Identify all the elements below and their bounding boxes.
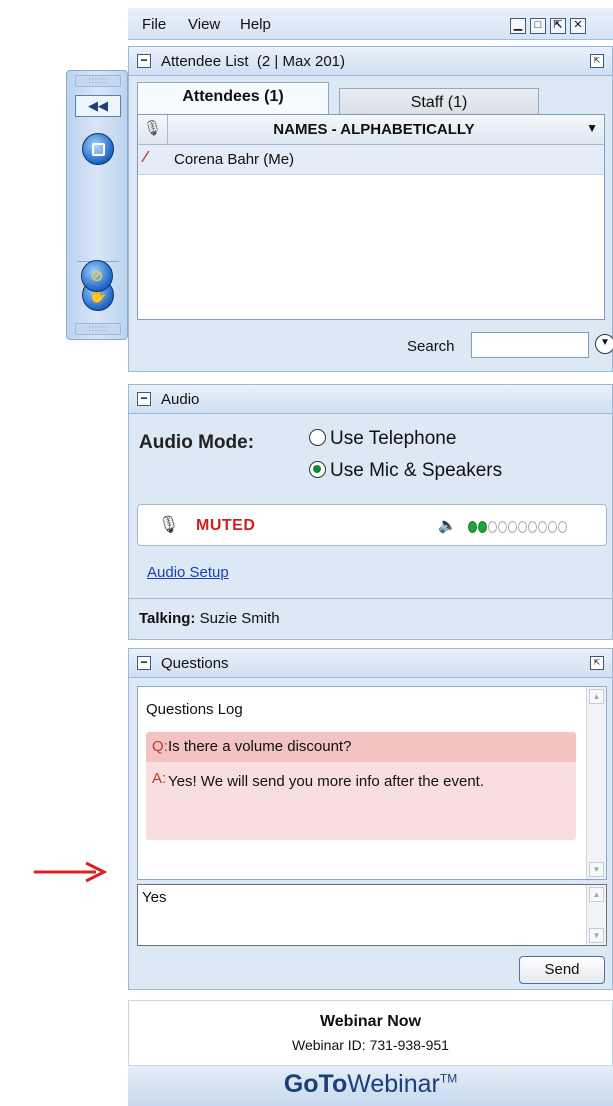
mute-mic-button[interactable]: ⊘ [81, 260, 113, 292]
names-column-header[interactable]: NAMES - ALPHABETICALLY [168, 121, 580, 138]
radio-use-telephone[interactable]: Use Telephone [309, 428, 456, 450]
menu-view[interactable]: View [188, 16, 220, 33]
collapse-attendee-list-button[interactable]: − [137, 54, 151, 68]
attendee-list-header-row: 🎙 NAMES - ALPHABETICALLY ▼ [138, 115, 604, 145]
window-icon [92, 143, 105, 156]
radio-selected-icon [309, 461, 326, 478]
attendee-list-body: Attendees (1) Staff (1) 🎙 NAMES - ALPHAB… [128, 76, 613, 372]
question-input-scrollbar[interactable]: ▲ ▼ [586, 885, 606, 945]
chevron-down-icon[interactable]: ▼ [595, 334, 613, 354]
question-input[interactable]: Yes ▲ ▼ [137, 884, 607, 946]
attendee-list-title: Attendee List (2 | Max 201) [161, 53, 346, 70]
volume-level-dot [498, 521, 507, 533]
questions-log: Questions Log Q: Is there a volume disco… [137, 686, 607, 880]
scroll-down-icon[interactable]: ▼ [589, 862, 604, 877]
popout-button[interactable]: ⇱ [550, 18, 566, 34]
muted-mic-icon: ⁄ [144, 149, 147, 166]
mic-icon[interactable]: 🎙 [158, 515, 180, 535]
floating-toolbar: :::::: ◀◀ ✋ :::::: [66, 70, 128, 340]
volume-level-dot [528, 521, 537, 533]
talking-name: Suzie Smith [199, 610, 280, 627]
audio-body: Audio Mode: Use Telephone Use Mic & Spea… [128, 414, 613, 640]
search-label: Search [407, 338, 455, 355]
menu-bar: File View Help ▁ □ ⇱ ✕ [128, 8, 613, 40]
mic-column-icon[interactable]: 🎙 [138, 115, 168, 145]
sort-dropdown-icon[interactable]: ▼ [586, 121, 598, 135]
webinar-info: Webinar Now Webinar ID: 731-938-951 [128, 1000, 613, 1066]
volume-level-dot [518, 521, 527, 533]
audio-mode-label: Audio Mode: [139, 432, 255, 453]
menu-file[interactable]: File [142, 16, 166, 33]
brand-bar: GoToWebinarTM [128, 1066, 613, 1106]
toolbar-grip-top[interactable]: :::::: [75, 75, 121, 87]
volume-level-dot [548, 521, 557, 533]
search-input[interactable] [471, 332, 589, 358]
volume-level-dot [468, 521, 477, 533]
volume-level-dot [558, 521, 567, 533]
menu-help[interactable]: Help [240, 16, 271, 33]
questions-log-scrollbar[interactable]: ▲ ▼ [586, 687, 606, 879]
muted-mic-icon: ⊘ [90, 268, 104, 285]
audio-status-box: 🎙 MUTED 🔈 [137, 504, 607, 546]
audio-header: − Audio [128, 384, 613, 414]
radio-icon [309, 429, 326, 446]
answer-text: Yes! We will send you more info after th… [168, 773, 485, 790]
speaker-icon[interactable]: 🔈 [438, 516, 457, 534]
webinar-id: Webinar ID: 731-938-951 [292, 1037, 449, 1053]
questions-body: Questions Log Q: Is there a volume disco… [128, 678, 613, 990]
volume-level-dot [488, 521, 497, 533]
scroll-down-icon[interactable]: ▼ [589, 928, 604, 943]
radio-use-mic-speakers[interactable]: Use Mic & Speakers [309, 460, 502, 482]
question-prefix: Q: [152, 738, 168, 755]
questions-log-title: Questions Log [146, 701, 243, 718]
attendee-name: Corena Bahr (Me) [174, 151, 295, 168]
answer-prefix: A: [152, 770, 167, 787]
collapse-questions-button[interactable]: − [137, 656, 151, 670]
audio-setup-link[interactable]: Audio Setup [147, 564, 229, 581]
collapse-panel-button[interactable]: ◀◀ [75, 95, 121, 117]
show-panel-button[interactable] [82, 133, 114, 165]
gotowebinar-control-panel: File View Help ▁ □ ⇱ ✕ − Attendee List (… [128, 0, 613, 1106]
popout-questions-button[interactable]: ⇱ [590, 656, 604, 670]
questions-title: Questions [161, 655, 229, 672]
audio-title: Audio [161, 391, 200, 408]
popout-attendee-list-button[interactable]: ⇱ [590, 54, 604, 68]
muted-status: MUTED [196, 517, 256, 534]
minimize-button[interactable]: ▁ [510, 18, 526, 34]
list-item[interactable]: ⁄ Corena Bahr (Me) [138, 145, 604, 175]
question-text: Is there a volume discount? [168, 738, 352, 755]
scroll-up-icon[interactable]: ▲ [589, 689, 604, 704]
webinar-title: Webinar Now [319, 1013, 422, 1030]
send-button[interactable]: Send [519, 956, 605, 984]
volume-level-dot [478, 521, 487, 533]
question-input-text: Yes [142, 889, 167, 906]
questions-header: − Questions ⇱ [128, 648, 613, 678]
volume-level-dot [538, 521, 547, 533]
close-button[interactable]: ✕ [570, 18, 586, 34]
volume-meter [468, 520, 568, 537]
scroll-up-icon[interactable]: ▲ [589, 887, 604, 902]
restore-button[interactable]: □ [530, 18, 546, 34]
attendee-list-header: − Attendee List (2 | Max 201) ⇱ [128, 46, 613, 76]
tab-attendees[interactable]: Attendees (1) [137, 82, 329, 114]
red-arrow-annotation [34, 861, 108, 883]
attendee-list: 🎙 NAMES - ALPHABETICALLY ▼ ⁄ Corena Bahr… [137, 114, 605, 320]
qa-item[interactable]: Q: Is there a volume discount? A: Yes! W… [146, 732, 576, 840]
gotowebinar-logo: GoToWebinarTM [283, 1070, 458, 1098]
toolbar-grip-bottom[interactable]: :::::: [75, 323, 121, 335]
divider [129, 598, 612, 599]
talking-indicator: Talking: Suzie Smith [139, 610, 280, 627]
collapse-audio-button[interactable]: − [137, 392, 151, 406]
volume-level-dot [508, 521, 517, 533]
